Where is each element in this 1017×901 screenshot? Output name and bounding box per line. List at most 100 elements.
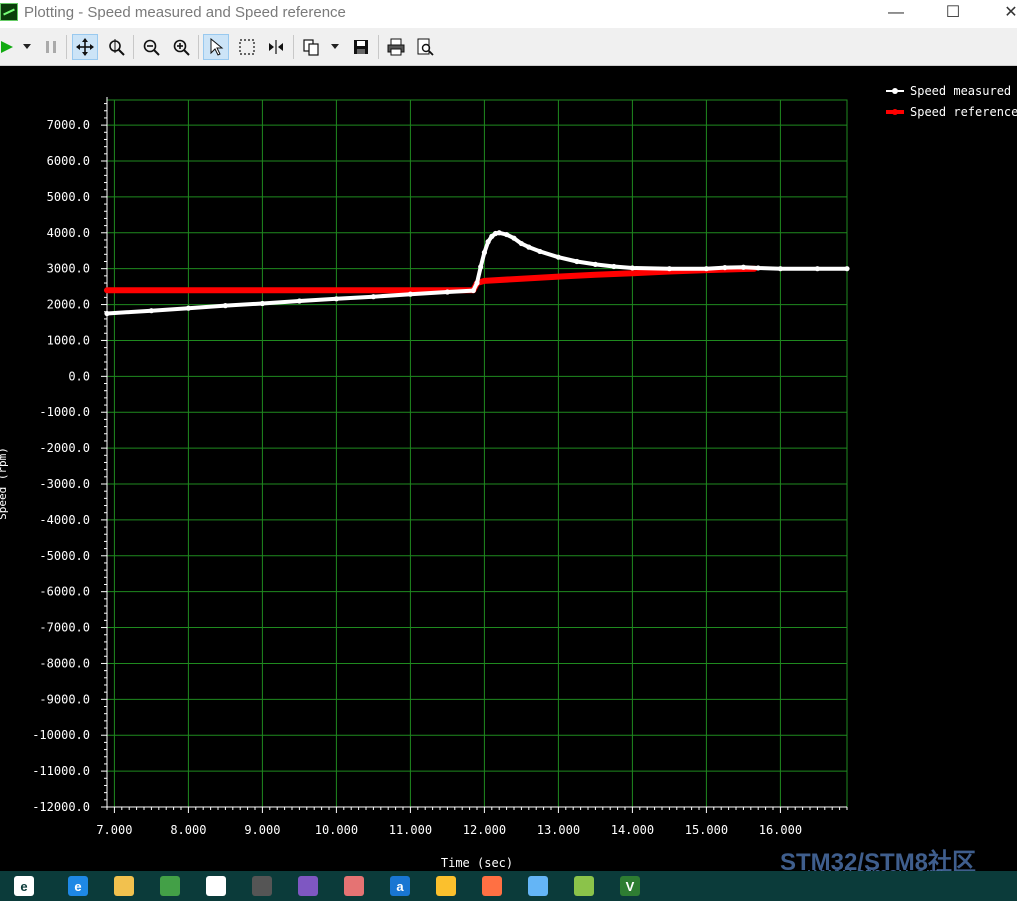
copy-button[interactable] xyxy=(298,34,324,60)
legend-swatch-marker xyxy=(892,88,898,94)
speed-reference-point xyxy=(481,278,487,284)
visual-studio-icon[interactable] xyxy=(298,876,318,896)
speed-reference-point xyxy=(296,287,302,293)
speed-measured-point xyxy=(478,264,484,270)
speed-reference-point xyxy=(592,272,599,278)
file-explorer-icon[interactable] xyxy=(114,876,134,896)
toolbar-separator xyxy=(133,35,134,59)
speed-measured-point xyxy=(703,266,710,272)
zoom-in-button[interactable] xyxy=(168,34,194,60)
speed-measured-point xyxy=(104,310,110,317)
pointer-icon xyxy=(210,38,224,56)
speed-reference-point xyxy=(148,287,154,293)
edge-icon[interactable]: e xyxy=(68,876,88,896)
chart-grid xyxy=(106,99,848,808)
dropdown-arrow-icon xyxy=(23,44,31,49)
y-tick-label: 1000.0 xyxy=(47,333,90,347)
cursor-marker-button[interactable] xyxy=(263,34,289,60)
green-app-icon[interactable] xyxy=(160,876,180,896)
speed-measured-point xyxy=(148,308,154,314)
zoom-out-button[interactable] xyxy=(138,34,164,60)
speed-reference-point xyxy=(629,270,636,276)
legend-label: Speed measured xyxy=(910,84,1011,98)
orange-app-icon[interactable] xyxy=(482,876,502,896)
print-preview-button[interactable] xyxy=(412,34,438,60)
gear-app-icon[interactable] xyxy=(574,876,594,896)
pan-button[interactable] xyxy=(72,34,98,60)
speed-measured-point xyxy=(504,231,510,238)
y-tick-label: -9000.0 xyxy=(39,692,90,706)
chrome-icon[interactable] xyxy=(436,876,456,896)
chart-series xyxy=(104,230,850,317)
zoom-in-icon xyxy=(173,39,190,56)
speed-reference-point xyxy=(518,276,525,282)
ie-icon[interactable]: e xyxy=(14,876,34,896)
speed-measured-point xyxy=(537,248,543,255)
speed-measured-point xyxy=(722,264,728,271)
speed-reference-point xyxy=(222,287,228,293)
y-tick-label: 7000.0 xyxy=(47,118,90,132)
speed-measured-point xyxy=(333,296,339,302)
pause-button[interactable] xyxy=(38,34,64,60)
series-line-speed-measured xyxy=(105,230,849,316)
green-v-app-icon[interactable]: V xyxy=(620,876,640,896)
x-tick-label: 7.000 xyxy=(96,823,132,837)
y-tick-label: -1000.0 xyxy=(39,405,90,419)
save-icon xyxy=(354,40,368,54)
a-app-icon[interactable]: a xyxy=(390,876,410,896)
x-tick-label: 8.000 xyxy=(170,823,206,837)
title-bar: Plotting - Speed measured and Speed refe… xyxy=(0,0,1017,28)
y-tick-label: 3000.0 xyxy=(47,262,90,276)
speed-measured-point xyxy=(470,287,476,294)
speed-measured-point xyxy=(222,303,228,309)
pointer-button[interactable] xyxy=(203,34,229,60)
store-icon[interactable] xyxy=(206,876,226,896)
selection-rectangle-button[interactable] xyxy=(234,34,260,60)
minimize-button[interactable]: — xyxy=(873,0,919,28)
save-button[interactable] xyxy=(348,34,374,60)
copy-icon xyxy=(303,39,319,56)
plot-area[interactable]: 7.000 8.000 9.000 10.000 11.000 12.000 13.000 1… xyxy=(0,67,1017,870)
speed-measured-point xyxy=(666,266,673,272)
notification-app-icon[interactable] xyxy=(252,876,272,896)
speed-measured-point xyxy=(474,280,480,286)
speed-measured-point xyxy=(611,263,617,270)
pan-icon xyxy=(76,38,94,56)
y-tick-label: -6000.0 xyxy=(39,585,90,599)
speed-measured-point xyxy=(555,254,562,260)
speed-reference-point xyxy=(555,273,562,280)
blue-bird-app-icon[interactable] xyxy=(528,876,548,896)
x-tick-label: 11.000 xyxy=(389,823,432,837)
speed-measured-point xyxy=(481,249,487,256)
y-tick-label: 0.0 xyxy=(68,369,90,383)
speed-measured-point xyxy=(629,265,636,271)
series-line-speed-reference xyxy=(104,265,758,294)
y-tick-label: -8000.0 xyxy=(39,656,90,670)
close-button[interactable]: ✕ xyxy=(988,0,1017,28)
speed-measured-point xyxy=(574,258,580,265)
zoom-fit-button[interactable] xyxy=(103,34,129,60)
pause-icon xyxy=(46,41,56,53)
x-tick-label: 12.000 xyxy=(463,823,506,837)
speed-chart[interactable]: 7.000 8.000 9.000 10.000 11.000 12.000 13.000 1… xyxy=(0,67,1017,870)
speed-measured-point xyxy=(259,300,265,307)
toolbar-separator xyxy=(198,35,199,59)
paint-icon[interactable] xyxy=(344,876,364,896)
play-icon xyxy=(1,41,13,53)
speed-measured-point xyxy=(296,298,302,304)
cursor-marker-icon xyxy=(269,40,283,54)
window-title: Plotting - Speed measured and Speed refe… xyxy=(24,4,346,21)
speed-measured-point xyxy=(185,305,191,311)
y-tick-label: -4000.0 xyxy=(39,513,90,527)
chart-legend: Speed measured Speed reference xyxy=(886,84,1017,119)
speed-measured-point xyxy=(407,291,413,297)
maximize-button[interactable]: ☐ xyxy=(930,0,976,28)
print-button[interactable] xyxy=(383,34,409,60)
play-dropdown-button[interactable] xyxy=(14,34,40,60)
y-tick-label: -7000.0 xyxy=(39,621,90,635)
plot-border xyxy=(106,99,848,808)
selection-rectangle-icon xyxy=(239,39,255,55)
x-tick-label: 10.000 xyxy=(315,823,358,837)
dropdown-arrow-icon xyxy=(331,44,339,49)
copy-dropdown-button[interactable] xyxy=(322,34,348,60)
